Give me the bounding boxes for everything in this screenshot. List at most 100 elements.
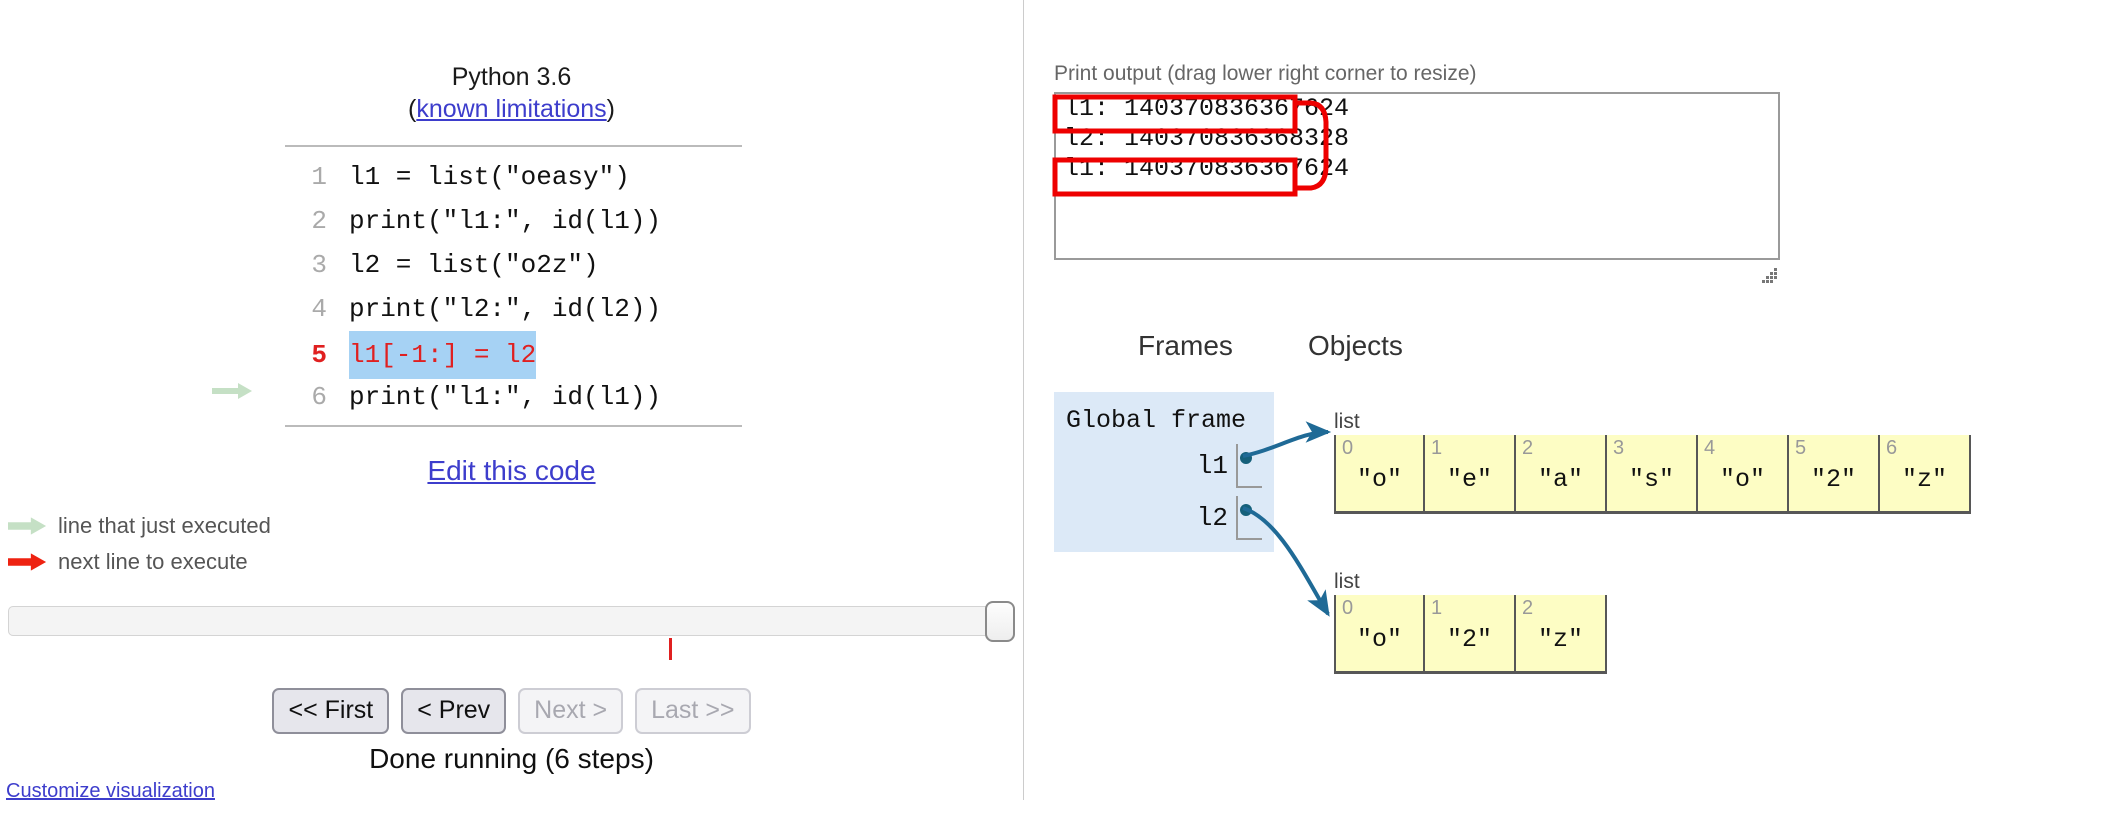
code-line-number: 3	[311, 250, 327, 280]
list-cell: 0 "o"	[1334, 435, 1425, 511]
objects-column-header: Objects	[1308, 330, 1403, 361]
object-type-label-list1: list	[1334, 410, 1360, 433]
list-cell: 2 "a"	[1516, 435, 1607, 511]
execution-slider-handle[interactable]	[985, 601, 1015, 642]
red-arrow-icon	[8, 553, 47, 571]
frames-column-header: Frames	[1138, 330, 1233, 361]
execution-slider-track[interactable]	[8, 606, 1008, 636]
column-headers: Frames Objects	[1023, 330, 2110, 370]
list-cell-index: 6	[1886, 437, 1898, 459]
code-line-arrow-cell	[212, 375, 258, 419]
customize-visualization-link[interactable]: Customize visualization	[6, 780, 215, 803]
variable-slot-l1	[1236, 444, 1262, 488]
code-line-arrow-cell	[212, 155, 258, 199]
code-display: 1 l1 = list("oeasy") 2 print("l1:", id(l1))…	[212, 155, 745, 419]
nav-button-next: Next >	[518, 688, 624, 734]
code-line-text: l2 = list("o2z")	[349, 250, 599, 280]
code-bottom-rule	[285, 425, 742, 427]
list-object-1: 0 "o" 1 "e" 2 "a" 3 "s" 4 "o" 5 "2" 6 "z"	[1334, 435, 1971, 514]
frame-variable-row: l1	[1054, 444, 1274, 488]
nav-button-first[interactable]: << First	[272, 688, 390, 734]
code-top-rule	[285, 145, 742, 147]
code-line-number: 4	[311, 294, 327, 324]
list-cell: 0 "o"	[1334, 595, 1425, 671]
code-line-text: print("l1:", id(l1))	[349, 206, 662, 236]
list-cell-value: "o"	[1719, 465, 1765, 494]
list-cell-index: 2	[1522, 437, 1534, 459]
list-cell-index: 0	[1342, 437, 1354, 459]
print-output-box[interactable]: l1: 140370836367624 l2: 140370836368328 l1…	[1054, 92, 1780, 260]
code-line-arrow-cell	[212, 331, 258, 375]
list-cell: 2 "z"	[1516, 595, 1607, 671]
list-cell: 6 "z"	[1880, 435, 1971, 511]
pointer-dot-icon	[1240, 504, 1252, 516]
code-line-text: print("l1:", id(l1))	[349, 382, 662, 412]
legend-label: line that just executed	[58, 513, 271, 538]
list-cell-value: "a"	[1537, 465, 1583, 494]
code-line-number: 1	[311, 162, 327, 192]
print-output-caption: Print output (drag lower right corner to…	[1054, 62, 1477, 85]
list-cell-value: "e"	[1446, 465, 1492, 494]
right-pane: Print output (drag lower right corner to…	[1023, 0, 2110, 814]
python-version-label: Python 3.6	[451, 63, 572, 91]
slider-step-tick	[669, 638, 672, 660]
code-line[interactable]: 6 print("l1:", id(l1))	[212, 375, 745, 419]
list-cell-index: 4	[1704, 437, 1716, 459]
code-line-arrow-cell	[212, 199, 258, 243]
print-output-line: l1: 140370836367624	[1064, 154, 1350, 183]
paren-close: )	[606, 95, 615, 123]
object-type-label-list2: list	[1334, 570, 1360, 593]
navigation-buttons: << First < Prev Next > Last >>	[0, 688, 1023, 734]
list-cell-index: 2	[1522, 597, 1534, 619]
edit-this-code-link[interactable]: Edit this code	[427, 455, 595, 486]
code-line[interactable]: 5 l1[-1:] = l2	[285, 331, 745, 379]
nav-button-last: Last >>	[635, 688, 751, 734]
nav-button-prev[interactable]: < Prev	[401, 688, 507, 734]
code-line-number: 2	[311, 206, 327, 236]
code-line-text: print("l2:", id(l2))	[349, 294, 662, 324]
legend-row: line that just executed	[8, 508, 448, 544]
code-line[interactable]: 3 l2 = list("o2z")	[285, 243, 745, 287]
print-output-line: l1: 140370836367624	[1064, 94, 1350, 123]
list-cell-value: "z"	[1901, 465, 1947, 494]
list-cell-value: "2"	[1810, 465, 1856, 494]
code-line-arrow-cell	[212, 243, 258, 287]
code-line[interactable]: 2 print("l1:", id(l1))	[285, 199, 745, 243]
list-cell-index: 3	[1613, 437, 1625, 459]
known-limitations-line: (known limitations)	[0, 93, 1023, 125]
variable-name-l2: l2	[1196, 503, 1228, 533]
frame-variable-row: l2	[1054, 496, 1274, 540]
code-line[interactable]: 4 print("l2:", id(l2))	[285, 287, 745, 331]
code-line-text: l1 = list("oeasy")	[349, 162, 630, 192]
pointer-dot-icon	[1240, 452, 1252, 464]
list-cell: 3 "s"	[1607, 435, 1698, 511]
list-cell-value: "o"	[1356, 625, 1402, 654]
python-tutor-app: Python 3.6 (known limitations) 1 l1 = lis…	[0, 0, 2110, 814]
list-cell-value: "s"	[1628, 465, 1674, 494]
code-line[interactable]: 1 l1 = list("oeasy")	[285, 155, 745, 199]
edit-code-wrap: Edit this code	[0, 455, 1023, 487]
list-cell: 1 "e"	[1425, 435, 1516, 511]
list-cell-value: "2"	[1446, 625, 1492, 654]
list-cell-index: 1	[1431, 597, 1443, 619]
list-cell-value: "z"	[1537, 625, 1583, 654]
list-cell: 4 "o"	[1698, 435, 1789, 511]
list-cell-index: 1	[1431, 437, 1443, 459]
code-line-number: 5	[311, 340, 327, 370]
code-line-number: 6	[311, 382, 327, 412]
execution-status: Done running (6 steps)	[369, 743, 654, 774]
legend-row: next line to execute	[8, 544, 448, 580]
list-cell-index: 5	[1795, 437, 1807, 459]
known-limitations-link[interactable]: known limitations	[416, 95, 606, 123]
resize-grip-icon[interactable]	[1760, 266, 1782, 288]
list-object-2: 0 "o" 1 "2" 2 "z"	[1334, 595, 1607, 674]
code-line-text: l1[-1:] = l2	[349, 331, 537, 379]
legend-label: next line to execute	[58, 549, 248, 574]
python-version-block: Python 3.6 (known limitations)	[0, 62, 1023, 125]
global-frame: Global frame l1 l2	[1054, 392, 1274, 552]
list-cell: 1 "2"	[1425, 595, 1516, 671]
code-line-arrow-cell	[212, 287, 258, 331]
variable-name-l1: l1	[1196, 451, 1228, 481]
left-pane: Python 3.6 (known limitations) 1 l1 = lis…	[0, 0, 1023, 814]
variable-slot-l2	[1236, 496, 1262, 540]
